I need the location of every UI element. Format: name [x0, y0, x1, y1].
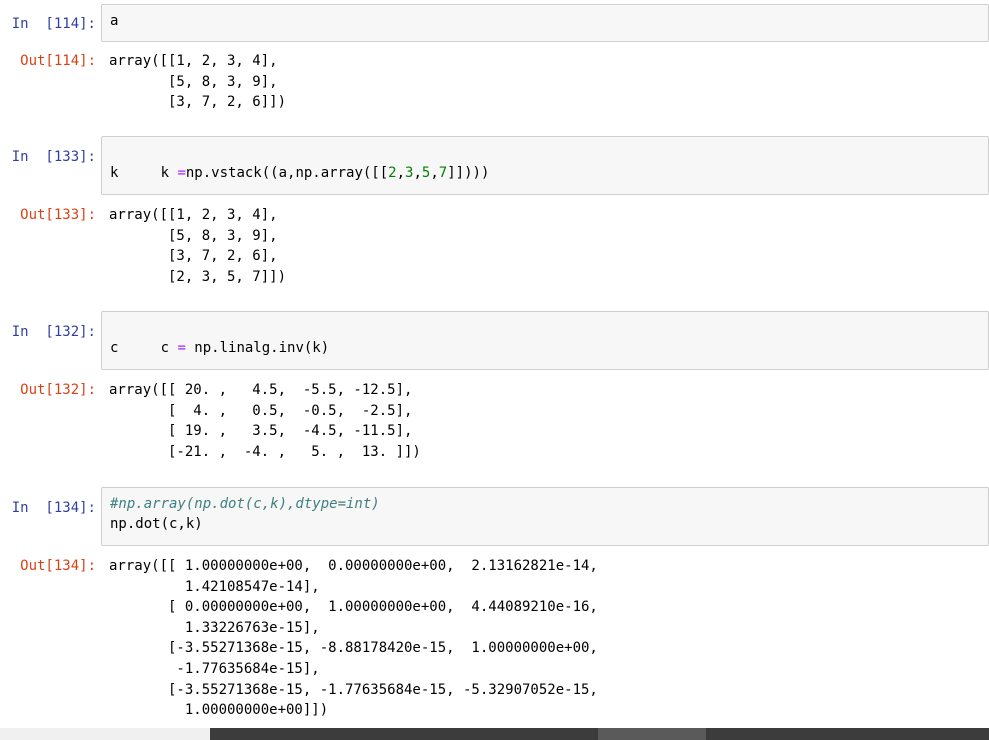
in-prompt: In [133]:	[11, 149, 96, 165]
output-line: [ 19. , 3.5, -4.5, -11.5],	[109, 423, 413, 440]
output-line: [3, 7, 2, 6]])	[109, 94, 287, 111]
code-token: np.linalg.inv(k)	[185, 340, 330, 356]
output-line: array([[1, 2, 3, 4],	[109, 207, 278, 223]
cell-output: array([[1, 2, 3, 4], [5, 8, 3, 9], [3, 7…	[109, 51, 989, 113]
code-input[interactable]: c = np.linalg.inv(k) c	[101, 311, 989, 370]
output-line: [5, 8, 3, 9],	[109, 227, 278, 244]
code-input[interactable]: k =np.vstack((a,np.array([[2,3,5,7]]))) …	[101, 136, 989, 195]
output-line: 1.42108547e-14],	[109, 578, 320, 595]
code-token: ,	[430, 165, 439, 181]
number-token: 7	[438, 165, 448, 181]
code-token: k	[160, 165, 178, 181]
code-token: np.vstack((a,np.array([[	[185, 165, 389, 181]
in-prompt: In [132]:	[11, 324, 96, 340]
output-line: -1.77635684e-15],	[109, 660, 320, 677]
code-comment-line: #np.array(np.dot(c,k),dtype=int)	[110, 496, 380, 512]
in-prompt: In [114]:	[11, 16, 96, 32]
cell-output: array([[1, 2, 3, 4], [5, 8, 3, 9], [3, 7…	[109, 205, 989, 287]
output-line: 1.00000000e+00]])	[109, 702, 329, 719]
output-line: [ 4. , 0.5, -0.5, -2.5],	[109, 402, 413, 419]
operator-token: =	[177, 165, 186, 181]
code-token: c	[160, 340, 178, 356]
out-prompt: Out[133]:	[20, 207, 96, 223]
output-line: 1.33226763e-15],	[109, 619, 320, 636]
code-input[interactable]: #np.array(np.dot(c,k),dtype=int) np.dot(…	[101, 487, 989, 546]
code-line: k =np.vstack((a,np.array([[2,3,5,7]])))	[110, 143, 988, 181]
code-line: np.dot(c,k)	[110, 516, 203, 532]
code-line: c = np.linalg.inv(k)	[110, 318, 988, 356]
code-token: ]])))	[447, 165, 490, 181]
in-prompt: In [134]:	[11, 500, 96, 516]
output-line: [3, 7, 2, 6],	[109, 248, 278, 265]
output-line: [-3.55271368e-15, -8.88178420e-15, 1.000…	[109, 640, 598, 657]
number-token: 2	[388, 165, 397, 181]
output-line: [-3.55271368e-15, -1.77635684e-15, -5.32…	[109, 681, 598, 698]
output-line: [-21. , -4. , 5. , 13. ]])	[109, 443, 421, 460]
horizontal-scrollbar[interactable]	[0, 728, 989, 740]
output-line: [ 0.00000000e+00, 1.00000000e+00, 4.4408…	[109, 599, 598, 616]
cell-output: array([[ 1.00000000e+00, 0.00000000e+00,…	[109, 556, 989, 721]
operator-token: =	[177, 340, 186, 356]
code-input[interactable]: a	[101, 4, 989, 42]
out-prompt: Out[132]:	[20, 382, 96, 398]
code-token: ,	[413, 165, 422, 181]
output-line: array([[1, 2, 3, 4],	[109, 53, 278, 69]
code-token: ,	[396, 165, 406, 181]
output-line: array([[ 20. , 4.5, -5.5, -12.5],	[109, 382, 413, 398]
scrollbar-thumb[interactable]	[598, 728, 706, 740]
output-line: [2, 3, 5, 7]])	[109, 268, 287, 285]
out-prompt: Out[114]:	[20, 53, 96, 69]
out-prompt: Out[134]:	[20, 558, 96, 574]
output-line: [5, 8, 3, 9],	[109, 73, 278, 90]
cell-output: array([[ 20. , 4.5, -5.5, -12.5], [ 4. ,…	[109, 380, 989, 462]
output-line: array([[ 1.00000000e+00, 0.00000000e+00,…	[109, 558, 598, 574]
code-line: a	[110, 13, 119, 29]
